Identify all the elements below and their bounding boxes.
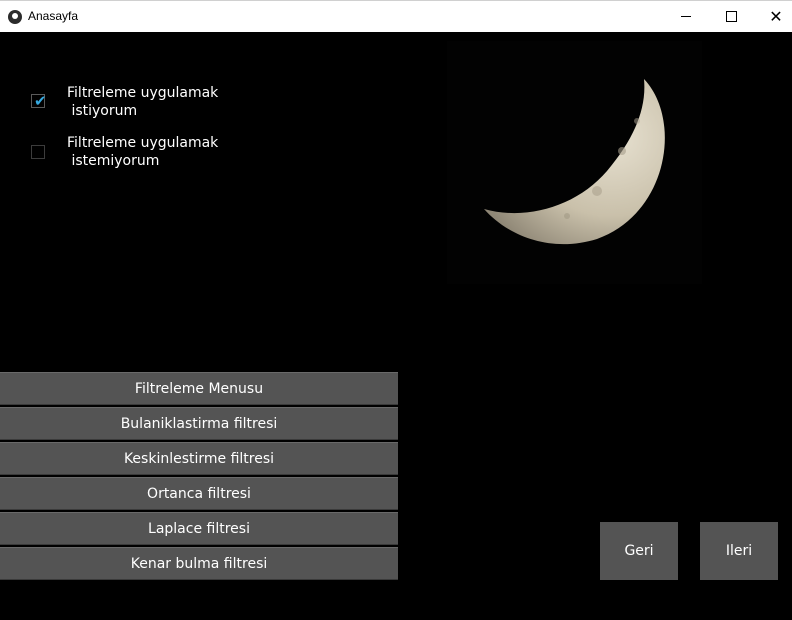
blur-filter-button[interactable]: Bulaniklastirma filtresi: [0, 407, 398, 440]
apply-filter-checkbox[interactable]: ✔: [31, 92, 47, 110]
filter-menu: Filtreleme Menusu Bulaniklastirma filtre…: [0, 372, 398, 582]
title-bar: Anasayfa ✕: [0, 0, 792, 32]
moon-photo: [484, 79, 665, 245]
close-icon: ✕: [769, 7, 783, 26]
apply-filter-label: Filtreleme uygulamak istiyorum: [67, 85, 219, 119]
edge-detection-filter-button[interactable]: Kenar bulma filtresi: [0, 547, 398, 580]
sharpen-filter-button[interactable]: Keskinlestirme filtresi: [0, 442, 398, 475]
moon-image: [447, 41, 702, 284]
maximize-button[interactable]: [708, 1, 754, 32]
app-icon: [8, 10, 22, 24]
filter-menu-header-button[interactable]: Filtreleme Menusu: [0, 372, 398, 405]
minimize-icon: [681, 16, 691, 17]
close-button[interactable]: ✕: [753, 1, 792, 32]
next-button[interactable]: Ileri: [700, 522, 778, 580]
maximize-icon: [725, 11, 737, 22]
laplace-filter-button[interactable]: Laplace filtresi: [0, 512, 398, 545]
window-title: Anasayfa: [28, 9, 79, 23]
back-button[interactable]: Geri: [600, 522, 678, 580]
no-filter-label: Filtreleme uygulamak istemiyorum: [67, 135, 219, 169]
no-filter-checkbox[interactable]: [31, 145, 45, 159]
minimize-button[interactable]: [663, 1, 709, 32]
checkmark-icon: ✔: [34, 92, 47, 110]
median-filter-button[interactable]: Ortanca filtresi: [0, 477, 398, 510]
